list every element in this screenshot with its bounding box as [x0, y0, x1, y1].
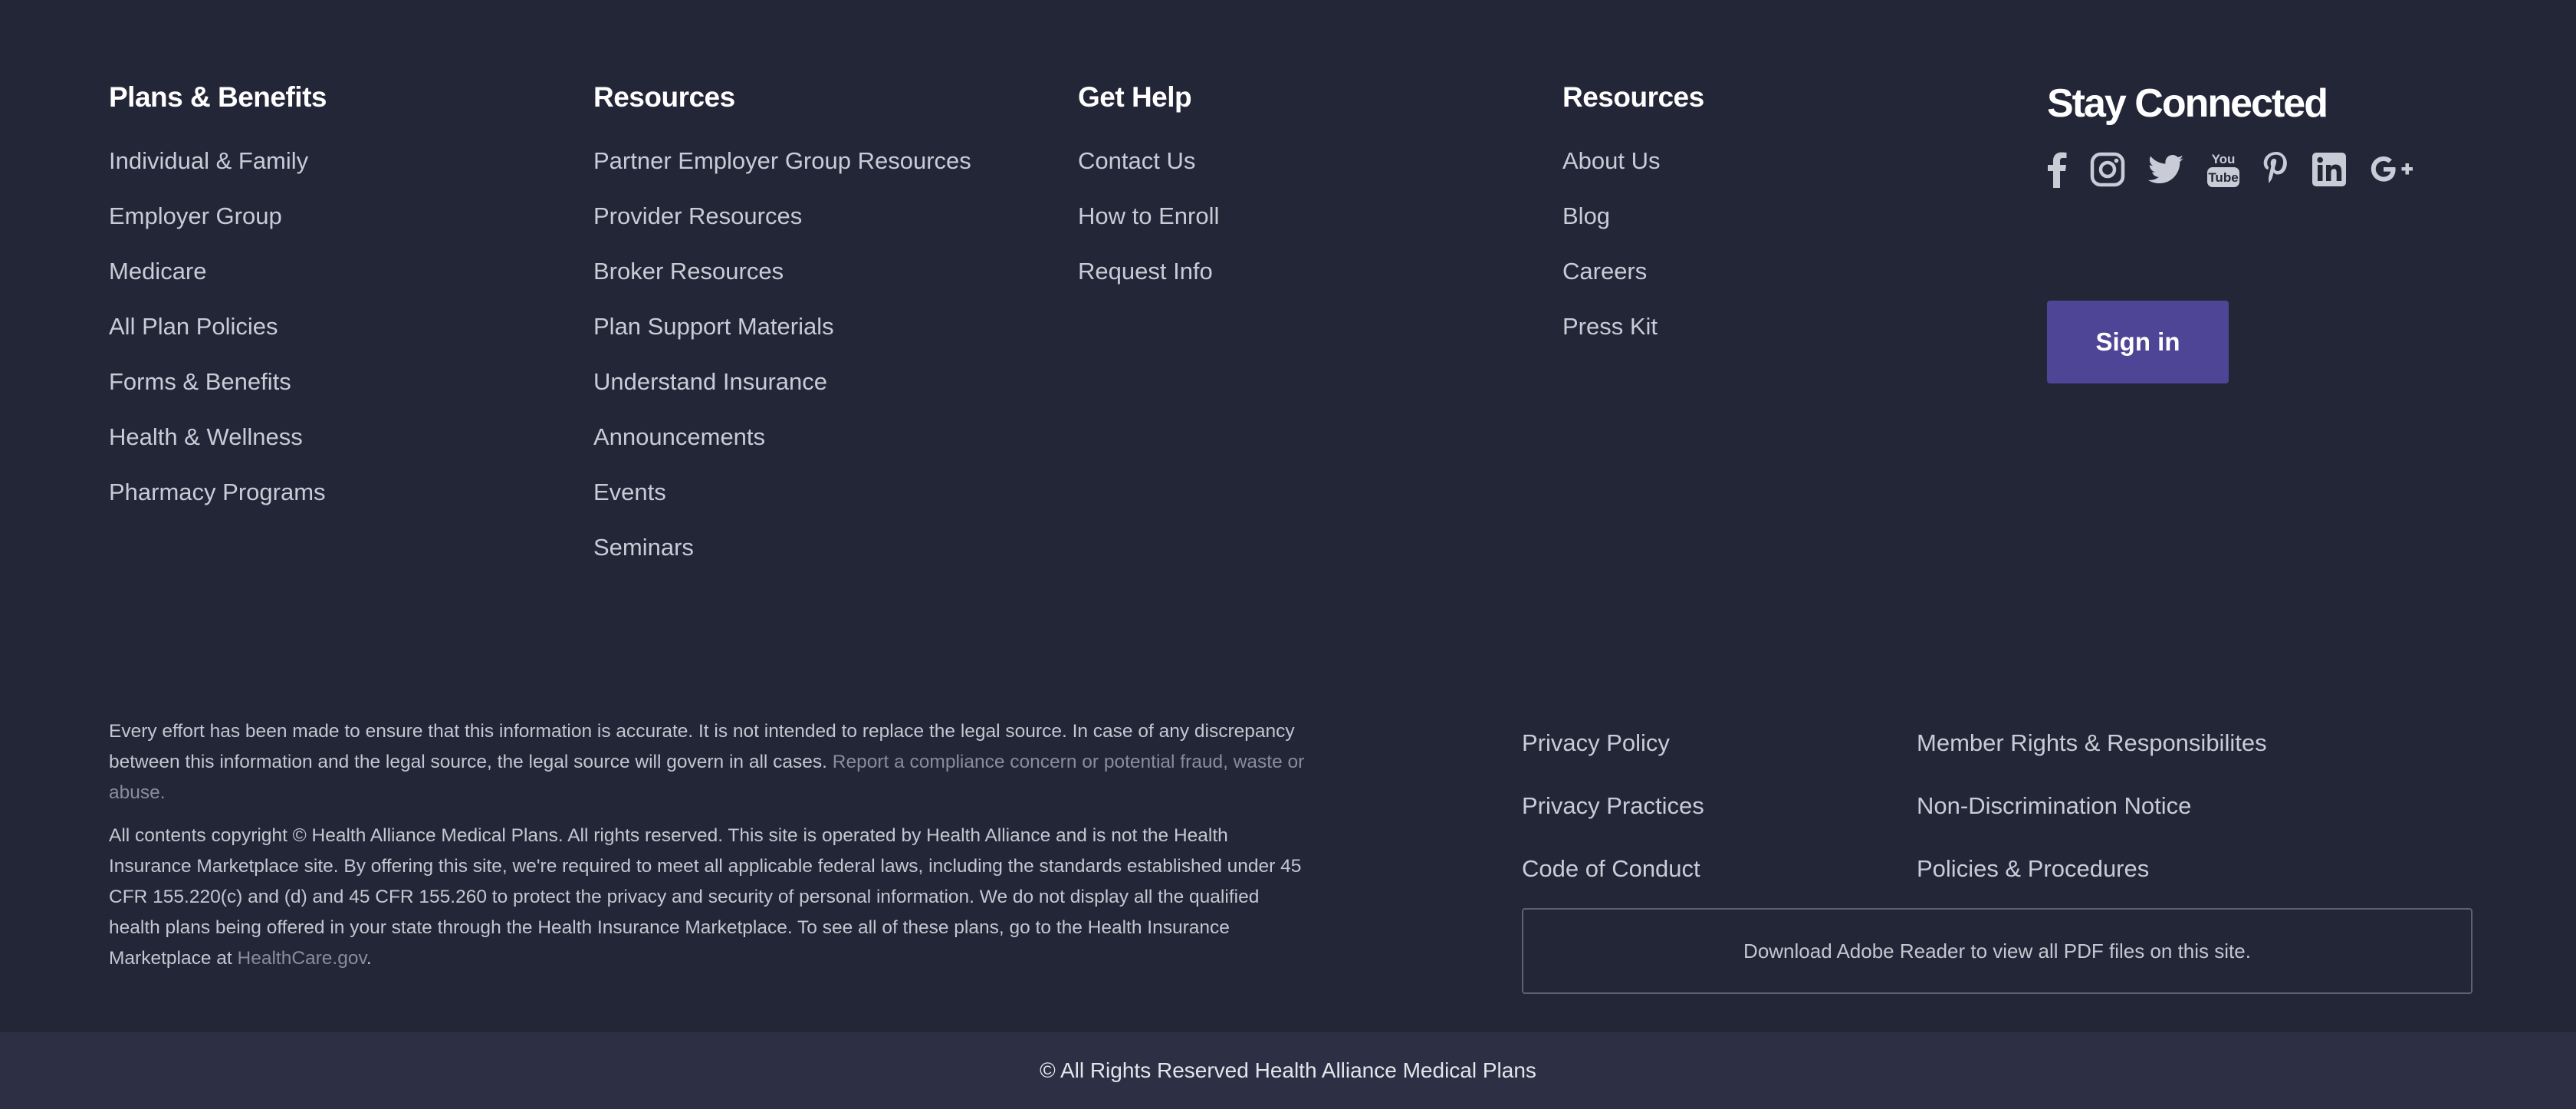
disclaimer-paragraph-accuracy: Every effort has been made to ensure tha… [109, 716, 1305, 808]
legal-links-column-b: Member Rights & Responsibilites Non-Disc… [1917, 712, 2267, 900]
footer-link-careers[interactable]: Careers [1562, 244, 1704, 299]
column-heading-resources: Resources [593, 81, 735, 113]
healthcare-gov-link[interactable]: HealthCare.gov [238, 948, 366, 969]
footer-link-about-us[interactable]: About Us [1562, 133, 1704, 189]
privacy-practices-link[interactable]: Privacy Practices [1522, 775, 1704, 838]
disclaimer-period: . [366, 948, 372, 969]
disclaimer-paragraph-copyright: All contents copyright © Health Alliance… [109, 821, 1305, 974]
twitter-icon[interactable] [2148, 149, 2183, 190]
footer-link-medicare[interactable]: Medicare [109, 244, 327, 299]
member-rights-link[interactable]: Member Rights & Responsibilites [1917, 712, 2267, 775]
svg-text:Tube: Tube [2208, 170, 2238, 185]
pinterest-icon[interactable] [2263, 149, 2289, 190]
footer-column-plans: Plans & Benefits Individual & Family Emp… [109, 78, 327, 520]
footer-link-events[interactable]: Events [593, 465, 971, 520]
footer-link-press-kit[interactable]: Press Kit [1562, 299, 1704, 354]
column-heading-about: Resources [1562, 81, 1704, 113]
google-plus-icon[interactable] [2369, 149, 2418, 190]
plans-link-list: Individual & Family Employer Group Medic… [109, 133, 327, 520]
footer-column-connect: Stay Connected You Tube [2047, 77, 2441, 190]
adobe-reader-notice[interactable]: Download Adobe Reader to view all PDF fi… [1522, 908, 2472, 994]
footer-column-about: Resources About Us Blog Careers Press Ki… [1562, 78, 1704, 354]
resources-link-list: Partner Employer Group Resources Provide… [593, 133, 971, 575]
footer-link-understand-insurance[interactable]: Understand Insurance [593, 354, 971, 410]
footer-link-broker-resources[interactable]: Broker Resources [593, 244, 971, 299]
code-of-conduct-link[interactable]: Code of Conduct [1522, 838, 1704, 900]
footer-link-request-info[interactable]: Request Info [1078, 244, 1219, 299]
footer-link-pharmacy-programs[interactable]: Pharmacy Programs [109, 465, 327, 520]
instagram-icon[interactable] [2090, 149, 2125, 190]
footer-link-provider-resources[interactable]: Provider Resources [593, 189, 971, 244]
footer-link-announcements[interactable]: Announcements [593, 410, 971, 465]
about-link-list: About Us Blog Careers Press Kit [1562, 133, 1704, 354]
footer-link-how-to-enroll[interactable]: How to Enroll [1078, 189, 1219, 244]
social-icons: You Tube [2047, 149, 2441, 190]
disclaimer-copyright-text: All contents copyright © Health Alliance… [109, 825, 1302, 969]
legal-links-column-a: Privacy Policy Privacy Practices Code of… [1522, 712, 1704, 900]
footer-link-forms-benefits[interactable]: Forms & Benefits [109, 354, 327, 410]
non-discrimination-link[interactable]: Non-Discrimination Notice [1917, 775, 2267, 838]
footer-link-employer-group[interactable]: Employer Group [109, 189, 327, 244]
footer-link-blog[interactable]: Blog [1562, 189, 1704, 244]
stay-connected-heading: Stay Connected [2047, 81, 2328, 126]
legal-disclaimer: Every effort has been made to ensure tha… [109, 716, 1305, 986]
footer-link-contact-us[interactable]: Contact Us [1078, 133, 1219, 189]
privacy-policy-link[interactable]: Privacy Policy [1522, 712, 1704, 775]
column-heading-help: Get Help [1078, 81, 1192, 113]
youtube-icon[interactable]: You Tube [2206, 149, 2240, 190]
site-footer: Plans & Benefits Individual & Family Emp… [0, 0, 2576, 1032]
policies-procedures-link[interactable]: Policies & Procedures [1917, 838, 2267, 900]
facebook-icon[interactable] [2047, 149, 2067, 190]
linkedin-icon[interactable] [2312, 149, 2346, 190]
footer-column-help: Get Help Contact Us How to Enroll Reques… [1078, 78, 1219, 299]
footer-link-partner-employer[interactable]: Partner Employer Group Resources [593, 133, 971, 189]
footer-link-seminars[interactable]: Seminars [593, 520, 971, 575]
footer-link-health-wellness[interactable]: Health & Wellness [109, 410, 327, 465]
help-link-list: Contact Us How to Enroll Request Info [1078, 133, 1219, 299]
copyright-text: © All Rights Reserved Health Alliance Me… [1040, 1058, 1536, 1082]
svg-text:You: You [2212, 152, 2236, 166]
footer-link-individual-family[interactable]: Individual & Family [109, 133, 327, 189]
sign-in-button[interactable]: Sign in [2047, 301, 2229, 383]
footer-link-all-plan-policies[interactable]: All Plan Policies [109, 299, 327, 354]
footer-column-resources: Resources Partner Employer Group Resourc… [593, 78, 971, 575]
footer-link-plan-support[interactable]: Plan Support Materials [593, 299, 971, 354]
column-heading-plans: Plans & Benefits [109, 81, 327, 113]
copyright-bar: © All Rights Reserved Health Alliance Me… [0, 1032, 2576, 1109]
